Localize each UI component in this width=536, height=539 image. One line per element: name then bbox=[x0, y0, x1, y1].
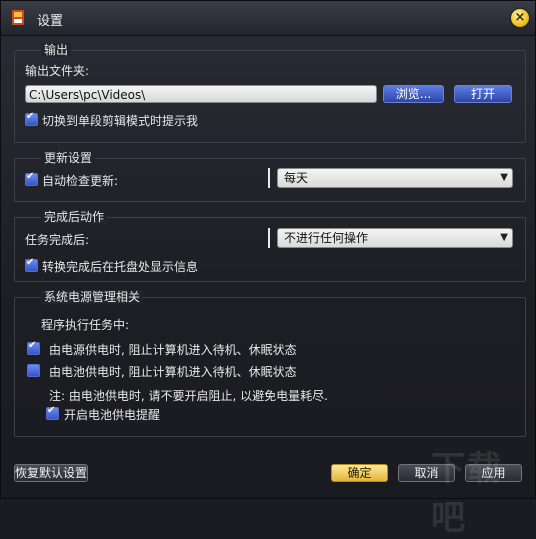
auto-update-label: 自动检查更新: bbox=[42, 174, 119, 188]
update-frequency-value: 每天 bbox=[284, 171, 309, 185]
battery-note: 注: 由电池供电时, 请不要开启阻止, 以避免电量耗尽. bbox=[49, 389, 328, 403]
ac-power-prevent-checkbox[interactable] bbox=[27, 340, 40, 355]
restore-defaults-button[interactable]: 恢复默认设置 bbox=[14, 464, 88, 482]
task-complete-action-value: 不进行任何操作 bbox=[284, 231, 369, 245]
open-button[interactable]: 打开 bbox=[454, 85, 512, 103]
tray-notify-checkbox[interactable] bbox=[25, 257, 38, 272]
ac-power-prevent-label: 由电源供电时, 阻止计算机进入待机、休眠状态 bbox=[49, 343, 297, 357]
output-folder-label: 输出文件夹: bbox=[25, 64, 90, 78]
output-folder-input[interactable]: C:\Users\pc\Videos\ bbox=[25, 85, 377, 103]
close-icon: × bbox=[514, 10, 526, 25]
separator bbox=[268, 228, 270, 248]
update-frequency-select[interactable]: 每天 ▼ bbox=[277, 168, 513, 188]
output-legend: 输出 bbox=[41, 43, 72, 57]
ok-button[interactable]: 确定 bbox=[331, 464, 388, 482]
auto-update-checkbox[interactable] bbox=[25, 171, 38, 186]
task-complete-action-select[interactable]: 不进行任何操作 ▼ bbox=[277, 228, 513, 248]
dropdown-arrow-icon: ▼ bbox=[500, 232, 508, 243]
after-completion-legend: 完成后动作 bbox=[41, 210, 108, 224]
single-edit-prompt-checkbox[interactable] bbox=[25, 111, 38, 126]
task-running-label: 程序执行任务中: bbox=[41, 318, 130, 332]
tray-notify-label: 转换完成后在托盘处显示信息 bbox=[42, 260, 199, 274]
window-title: 设置 bbox=[37, 14, 64, 29]
app-icon bbox=[12, 10, 24, 25]
power-management-legend: 系统电源管理相关 bbox=[41, 290, 144, 304]
battery-reminder-label: 开启电池供电提醒 bbox=[64, 408, 161, 422]
battery-reminder-checkbox[interactable] bbox=[46, 405, 59, 420]
browse-button[interactable]: 浏览... bbox=[383, 85, 444, 103]
separator bbox=[268, 168, 270, 188]
close-button[interactable]: × bbox=[511, 9, 529, 27]
update-legend: 更新设置 bbox=[41, 151, 96, 165]
battery-prevent-checkbox[interactable] bbox=[27, 364, 40, 377]
dropdown-arrow-icon: ▼ bbox=[500, 172, 508, 183]
battery-prevent-label: 由电池供电时, 阻止计算机进入待机、休眠状态 bbox=[49, 365, 297, 379]
single-edit-prompt-label: 切换到单段剪辑模式时提示我 bbox=[42, 114, 199, 128]
title-bar: 设置 × bbox=[1, 1, 535, 36]
watermark-logo: 下载吧 bbox=[431, 449, 503, 538]
task-complete-label: 任务完成后: bbox=[25, 233, 90, 247]
settings-window: 设置 × 输出 输出文件夹: C:\Users\pc\Videos\ 浏览...… bbox=[0, 0, 536, 538]
